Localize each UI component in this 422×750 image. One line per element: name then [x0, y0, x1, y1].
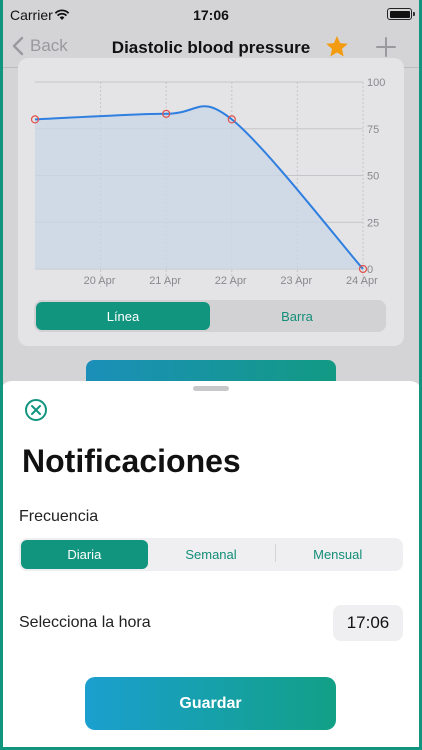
y-tick-label: 50 — [367, 171, 379, 183]
battery-icon — [387, 8, 415, 20]
notifications-sheet: Notificaciones Frecuencia Diaria Semanal… — [0, 381, 422, 750]
x-tick-label: 23 Apr — [280, 275, 312, 287]
close-icon[interactable] — [24, 398, 48, 427]
frequency-monthly[interactable]: Mensual — [274, 540, 401, 569]
frequency-weekly[interactable]: Semanal — [148, 540, 275, 569]
y-tick-label: 25 — [367, 217, 379, 229]
chart-card: 100 75 50 25 0 20 Apr 21 Apr 22 Apr 23 Apr 24 Apr… — [18, 58, 404, 346]
sheet-title: Notificaciones — [22, 443, 241, 479]
y-tick-label: 75 — [367, 124, 379, 136]
frequency-selector: Diaria Semanal Mensual — [19, 538, 403, 571]
segment-divider — [275, 544, 276, 562]
x-tick-label: 22 Apr — [215, 275, 247, 287]
save-button[interactable]: Guardar — [85, 677, 336, 730]
time-picker[interactable]: 17:06 — [333, 605, 403, 641]
frequency-daily[interactable]: Diaria — [21, 540, 148, 569]
status-time: 17:06 — [193, 7, 229, 23]
frequency-label: Frecuencia — [19, 508, 99, 525]
segment-bar[interactable]: Barra — [210, 302, 384, 330]
screen: Carrier 17:06 Back Diastolic blood press… — [0, 0, 422, 750]
chart-area-fill — [35, 106, 363, 269]
x-tick-label: 24 Apr — [346, 275, 378, 287]
sheet-grabber[interactable] — [193, 386, 229, 391]
line-chart: 100755025020 Apr 21 Apr 22 Apr 23 Apr 24 Apr — [30, 77, 385, 287]
chart-type-toggle: Línea Barra — [34, 300, 386, 332]
x-tick-label: 21 Apr — [149, 275, 181, 287]
y-tick-label: 100 — [367, 77, 385, 89]
page-title: Diastolic blood pressure — [111, 38, 311, 57]
time-label: Selecciona la hora — [19, 614, 151, 631]
segment-line[interactable]: Línea — [36, 302, 210, 330]
status-bar: Carrier 17:06 — [0, 0, 422, 28]
x-tick-label: 20 Apr — [84, 275, 116, 287]
